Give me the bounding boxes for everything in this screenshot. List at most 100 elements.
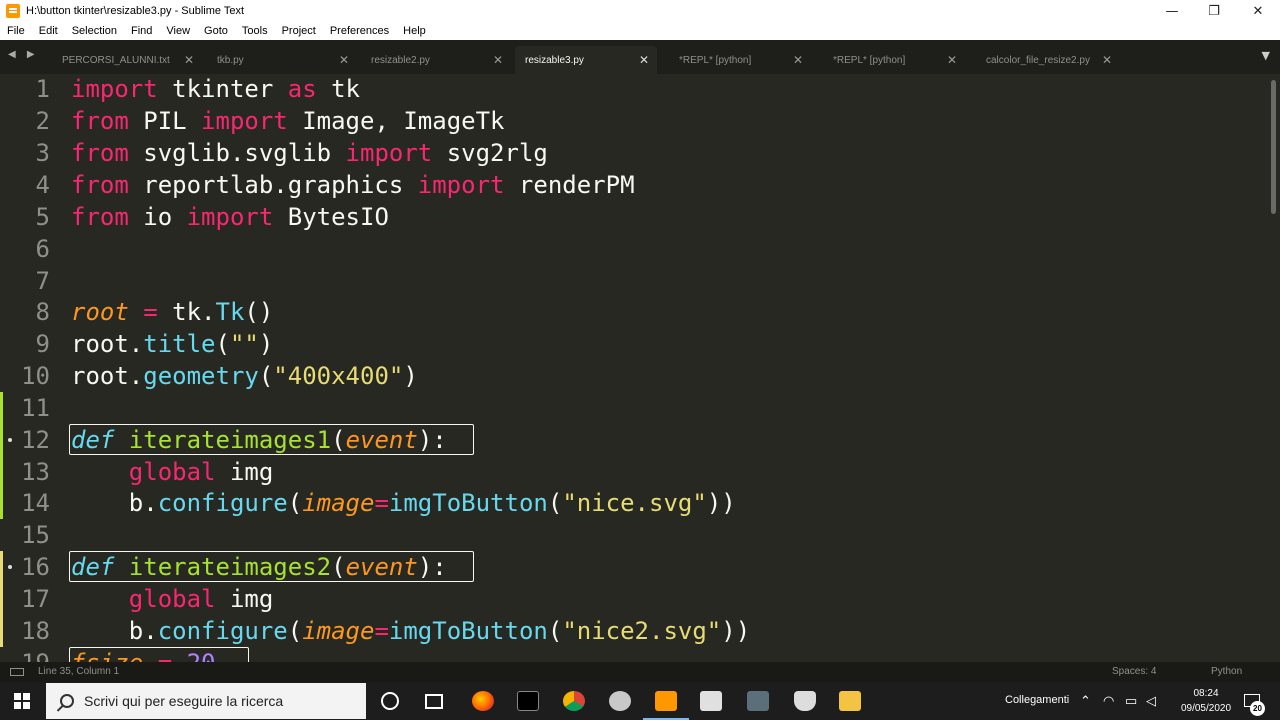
fold-dot-icon: [8, 565, 12, 569]
app-icon[interactable]: [609, 691, 631, 711]
close-icon[interactable]: ✕: [184, 53, 194, 67]
close-icon[interactable]: ✕: [1102, 53, 1112, 67]
tab-label: calcolor_file_resize2.py: [986, 54, 1090, 66]
editor-app-icon[interactable]: [700, 691, 722, 711]
window-title: H:\button tkinter\resizable3.py - Sublim…: [26, 5, 245, 17]
line-gutter: 1 2 3 4 5 6 7 8 9 10 11 12 13 14 15 16 1…: [0, 74, 62, 662]
line-number: 2: [35, 107, 50, 135]
menu-help[interactable]: Help: [396, 25, 433, 37]
line-number: 3: [35, 139, 50, 167]
menu-preferences[interactable]: Preferences: [323, 25, 396, 37]
menu-goto[interactable]: Goto: [197, 25, 235, 37]
chrome-icon[interactable]: [563, 691, 585, 711]
minimize-button[interactable]: —: [1150, 0, 1194, 22]
menu-project[interactable]: Project: [275, 25, 323, 37]
cortana-icon[interactable]: [381, 692, 399, 710]
taskbar-search-box[interactable]: Scrivi qui per eseguire la ricerca: [46, 683, 366, 719]
modified-line-marker: [0, 424, 3, 456]
tab-resizable3[interactable]: resizable3.py ✕: [515, 46, 657, 74]
tab-tkb[interactable]: tkb.py ✕: [207, 46, 357, 74]
code-line: global img: [128, 458, 274, 486]
tab-percorsi-alunni[interactable]: PERCORSI_ALUNNI.txt ✕: [52, 46, 202, 74]
line-number: 13: [21, 458, 50, 486]
tab-resizable2[interactable]: resizable2.py ✕: [361, 46, 511, 74]
code-line: global img: [128, 585, 274, 613]
line-number: 15: [21, 521, 50, 549]
close-icon[interactable]: ✕: [947, 53, 957, 67]
notification-badge: 20: [1250, 701, 1265, 716]
line-number: 19: [0, 647, 50, 662]
menu-file[interactable]: File: [0, 25, 32, 37]
line-number: 17: [21, 585, 50, 613]
syntax-selector[interactable]: Python: [1211, 666, 1242, 677]
clock-date: 09/05/2020: [1180, 703, 1232, 714]
vertical-scrollbar[interactable]: [1271, 80, 1276, 214]
line-number: 7: [35, 267, 50, 295]
modified-line-marker: [0, 456, 3, 488]
menu-tools[interactable]: Tools: [235, 25, 275, 37]
tab-calcolor-file-resize2[interactable]: calcolor_file_resize2.py ✕: [976, 46, 1120, 74]
code-line: from reportlab.graphics import renderPM: [71, 171, 635, 199]
code-editor[interactable]: 1 2 3 4 5 6 7 8 9 10 11 12 13 14 15 16 1…: [0, 74, 1280, 662]
tab-repl-python-2[interactable]: *REPL* [python] ✕: [823, 46, 965, 74]
modified-line-marker: [0, 583, 3, 615]
tab-bar: ◀ ▶ PERCORSI_ALUNNI.txt ✕ tkb.py ✕ resiz…: [0, 40, 1280, 74]
line-number: 10: [21, 362, 50, 390]
menu-selection[interactable]: Selection: [65, 25, 124, 37]
clock-time: 08:24: [1193, 688, 1219, 699]
menu-view[interactable]: View: [159, 25, 197, 37]
sublime-text-icon: [6, 4, 20, 18]
code-line: b.configure(image=imgToButton("nice2.svg…: [71, 617, 751, 645]
tab-label: *REPL* [python]: [833, 54, 906, 66]
chevron-up-icon[interactable]: ⌃: [1080, 693, 1091, 709]
line-number: 8: [35, 298, 50, 326]
windows-start-icon[interactable]: [14, 693, 30, 709]
code-line: def iterateimages2(event):: [71, 553, 447, 581]
fold-dot-icon: [8, 438, 12, 442]
search-icon: [60, 694, 74, 708]
menu-find[interactable]: Find: [124, 25, 159, 37]
battery-icon[interactable]: ▭: [1125, 693, 1137, 709]
taskbar-clock[interactable]: 08:24 09/05/2020: [1176, 686, 1236, 716]
tab-dropdown-icon[interactable]: ▼: [1262, 49, 1270, 62]
fox-app-icon[interactable]: [794, 691, 816, 711]
code-line: root.geometry("400x400"): [71, 362, 418, 390]
app-icon[interactable]: [747, 691, 769, 711]
menu-edit[interactable]: Edit: [32, 25, 65, 37]
firefox-icon[interactable]: [472, 691, 494, 711]
tab-label: resizable2.py: [371, 54, 430, 66]
close-icon[interactable]: ✕: [339, 53, 349, 67]
sublime-text-taskbar-icon[interactable]: [643, 691, 689, 720]
search-placeholder: Scrivi qui per eseguire la ricerca: [84, 693, 284, 709]
task-view-icon[interactable]: [425, 694, 443, 709]
restore-button[interactable]: ❐: [1192, 0, 1236, 22]
code-line: root.title(""): [71, 330, 274, 358]
code-line: import tkinter as tk: [71, 75, 361, 103]
indentation-setting[interactable]: Spaces: 4: [1112, 666, 1156, 677]
code-line: b.configure(image=imgToButton("nice.svg"…: [71, 489, 736, 517]
panel-toggle-icon[interactable]: [10, 668, 24, 676]
close-icon[interactable]: ✕: [639, 53, 649, 67]
modified-line-marker: [0, 392, 3, 424]
file-explorer-icon[interactable]: [839, 691, 861, 711]
code-line: from svglib.svglib import svg2rlg: [71, 139, 548, 167]
line-number: 11: [21, 394, 50, 422]
title-bar: H:\button tkinter\resizable3.py - Sublim…: [0, 0, 1280, 22]
line-number: 1: [35, 75, 50, 103]
volume-icon[interactable]: ◁: [1146, 693, 1156, 709]
line-number: 18: [21, 617, 50, 645]
line-number: 6: [35, 235, 50, 263]
terminal-icon[interactable]: [517, 691, 539, 711]
close-icon[interactable]: ✕: [493, 53, 503, 67]
tab-repl-python-1[interactable]: *REPL* [python] ✕: [669, 46, 811, 74]
close-icon[interactable]: ✕: [793, 53, 803, 67]
tab-label: *REPL* [python]: [679, 54, 752, 66]
close-button[interactable]: ✕: [1236, 0, 1280, 22]
code-line: root = tk.Tk(): [71, 298, 274, 326]
links-toolbar-label[interactable]: Collegamenti: [1005, 694, 1069, 706]
tab-nav-arrows-icon[interactable]: ◀ ▶: [8, 49, 39, 60]
cursor-position: Line 35, Column 1: [38, 666, 120, 677]
line-number: 4: [35, 171, 50, 199]
menu-bar: File Edit Selection Find View Goto Tools…: [0, 22, 1280, 40]
wifi-icon[interactable]: ◠: [1103, 693, 1114, 709]
